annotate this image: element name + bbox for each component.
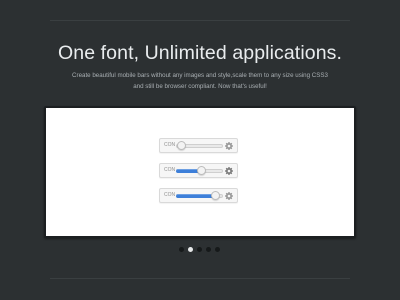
- demo-panel: CON CON CON: [44, 106, 356, 238]
- gear-icon[interactable]: [225, 142, 233, 150]
- page-description: Create beautiful mobile bars without any…: [72, 72, 328, 90]
- page-title: One font, Unlimited applications.: [57, 42, 343, 64]
- slider-label: CON: [164, 192, 176, 198]
- slider-track[interactable]: [176, 166, 223, 175]
- bottom-divider: [50, 278, 350, 279]
- slider-control-2: CON: [159, 163, 238, 178]
- pagination-dot-4[interactable]: [206, 247, 211, 252]
- top-divider: [50, 20, 350, 21]
- gear-icon[interactable]: [225, 167, 233, 175]
- slider-handle[interactable]: [211, 191, 221, 200]
- slider-handle[interactable]: [177, 141, 187, 150]
- slider-control-3: CON: [159, 188, 238, 203]
- pagination-dot-2[interactable]: [188, 247, 193, 252]
- slider-track[interactable]: [176, 191, 223, 200]
- slider-control-1: CON: [159, 138, 238, 153]
- pagination-dots: [179, 247, 220, 252]
- slider-track[interactable]: [176, 141, 223, 150]
- slider-label: CON: [164, 167, 176, 173]
- pagination-dot-1[interactable]: [179, 247, 184, 252]
- gear-icon[interactable]: [225, 192, 233, 200]
- pagination-dot-5[interactable]: [215, 247, 220, 252]
- slider-label: CON: [164, 142, 176, 148]
- pagination-dot-3[interactable]: [197, 247, 202, 252]
- slider-fill: [176, 194, 216, 198]
- slider-handle[interactable]: [196, 166, 206, 175]
